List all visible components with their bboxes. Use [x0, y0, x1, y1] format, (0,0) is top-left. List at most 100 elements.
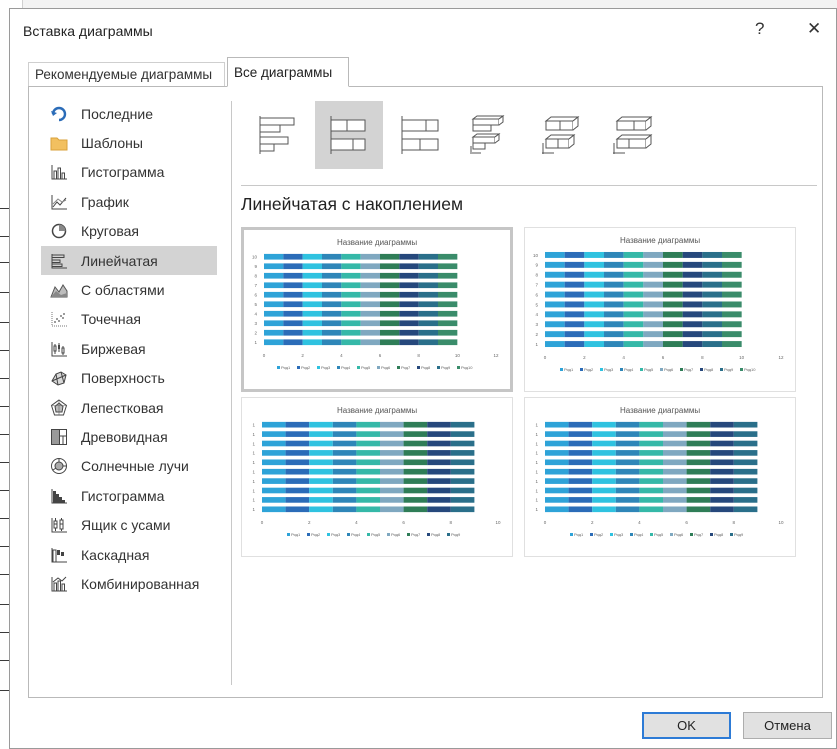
sidebar-item[interactable]: Солнечные лучи	[41, 452, 217, 481]
bar-segment	[702, 261, 722, 268]
bar-segment	[604, 321, 624, 328]
bar-segment	[360, 282, 380, 289]
legend-label: Ряд4	[634, 532, 644, 537]
sidebar-item[interactable]: Точечная	[41, 305, 217, 334]
sidebar-item[interactable]: Линейчатая	[41, 245, 217, 276]
legend-label: Ряд1	[291, 532, 301, 537]
x-tick-label: 12	[493, 353, 499, 358]
sidebar-item[interactable]: С областями	[41, 275, 217, 304]
sidebar-item[interactable]: Поверхность	[41, 364, 217, 393]
bar-segment	[380, 282, 400, 289]
bar-segment	[722, 331, 742, 338]
chart-subtype-title: Линейчатая с накоплением	[241, 194, 464, 214]
bar-segment	[545, 301, 565, 308]
ok-button[interactable]: OK	[642, 712, 731, 739]
help-button[interactable]: ?	[755, 19, 764, 39]
bar-segment	[399, 263, 419, 270]
bar-segment	[710, 431, 734, 437]
100-stacked-bar-icon[interactable]	[386, 101, 454, 169]
bar-segment	[332, 506, 357, 513]
bar-segment	[341, 282, 361, 289]
bar-segment	[283, 320, 303, 327]
x-tick-label: 8	[450, 520, 453, 525]
bar-segment	[733, 487, 758, 494]
sidebar-item[interactable]: Каскадная	[41, 540, 217, 569]
bar-segment	[283, 310, 303, 317]
bar-segment	[341, 291, 361, 298]
chart-preview[interactable]: Название диаграммы 1 1 1 1 1 1 1 1 1 1 0 2 4 6 8 10 Ряд1 Р…	[524, 397, 796, 557]
bar-segment	[682, 331, 703, 338]
bar-segment	[639, 506, 663, 513]
x-tick-label: 0	[544, 355, 547, 360]
bar-segment	[663, 506, 687, 513]
sidebar-item-label: Гистограмма	[81, 164, 165, 181]
bar-segment	[309, 468, 333, 475]
tab-recommended-charts[interactable]: Рекомендуемые диаграммы	[28, 62, 225, 87]
folder-icon	[49, 133, 69, 153]
waterfall-chart-icon	[49, 545, 69, 565]
close-button[interactable]: ✕	[807, 19, 821, 39]
sidebar-item[interactable]: Последние	[41, 99, 217, 128]
sidebar-item[interactable]: Древовидная	[41, 422, 217, 451]
sidebar-item[interactable]: Круговая	[41, 217, 217, 246]
bar-segment	[285, 497, 310, 503]
bar-segment	[360, 320, 380, 327]
sidebar-item[interactable]: Ящик с усами	[41, 510, 217, 539]
bar-segment	[438, 263, 458, 270]
bar-segment	[356, 459, 380, 466]
chart-preview[interactable]: Название диаграммы 10 9 8 7 6 5 4 3 2 1 0 2 4 6 8 10 12 Ря…	[524, 227, 796, 392]
sidebar-item[interactable]: Биржевая	[41, 334, 217, 363]
bar-segment	[604, 251, 624, 258]
bar-segment	[623, 321, 644, 328]
bar-segment	[545, 506, 569, 513]
sidebar-item[interactable]: График	[41, 187, 217, 216]
bar-segment	[702, 251, 722, 258]
bar-segment	[399, 253, 419, 260]
x-tick-label: 2	[583, 355, 586, 360]
bar-segment	[309, 478, 333, 484]
bar-segment	[356, 440, 380, 447]
bar-segment	[639, 487, 663, 494]
3d-100-stacked-bar-icon[interactable]	[599, 101, 667, 169]
bar-segment	[584, 251, 604, 258]
bar-segment	[264, 291, 284, 298]
sidebar-item[interactable]: Шаблоны	[41, 128, 217, 157]
y-tick-label: 1	[535, 451, 538, 456]
3d-stacked-bar-icon[interactable]	[528, 101, 596, 169]
clustered-bar-icon[interactable]	[244, 101, 312, 169]
bar-segment	[623, 311, 644, 318]
chart-preview[interactable]: Название диаграммы 10 9 8 7 6 5 4 3 2 1 0 2 4 6 8 10 12 Ря…	[241, 227, 513, 392]
legend-label: Ряд8	[714, 532, 724, 537]
y-tick-label: 1	[254, 340, 257, 345]
x-tick-label: 0	[263, 353, 266, 358]
cancel-button[interactable]: Отмена	[743, 712, 832, 739]
bar-segment	[545, 497, 569, 503]
bar-segment	[545, 440, 569, 447]
bar-segment	[639, 431, 663, 437]
chart-preview[interactable]: Название диаграммы 1 1 1 1 1 1 1 1 1 1 0 2 4 6 8 10 Ряд1 Р…	[241, 397, 513, 557]
bar-segment	[399, 339, 419, 346]
x-tick-label: 0	[261, 520, 264, 525]
3d-clustered-bar-icon[interactable]	[457, 101, 525, 169]
bar-segment	[262, 497, 286, 503]
stacked-bar-icon[interactable]	[315, 101, 383, 169]
sidebar-item[interactable]: Лепестковая	[41, 393, 217, 422]
legend-label: Ряд5	[654, 532, 664, 537]
bar-segment	[663, 341, 683, 348]
bar-segment	[450, 459, 475, 466]
sidebar-item[interactable]: Гистограмма	[41, 158, 217, 187]
bar-segment	[332, 440, 357, 447]
bar-segment	[262, 440, 286, 447]
bar-segment	[733, 497, 758, 503]
bar-segment	[568, 431, 593, 437]
bar-segment	[564, 291, 585, 298]
bar-segment	[380, 310, 400, 317]
bar-segment	[302, 263, 322, 270]
sidebar-item[interactable]: Комбинированная	[41, 569, 217, 598]
scatter-chart-icon	[49, 309, 69, 329]
sidebar-item[interactable]: Гистограмма	[41, 481, 217, 510]
tab-all-charts[interactable]: Все диаграммы	[227, 57, 349, 87]
bar-segment	[663, 450, 687, 456]
bar-segment	[356, 487, 380, 494]
bar-segment	[682, 311, 703, 318]
